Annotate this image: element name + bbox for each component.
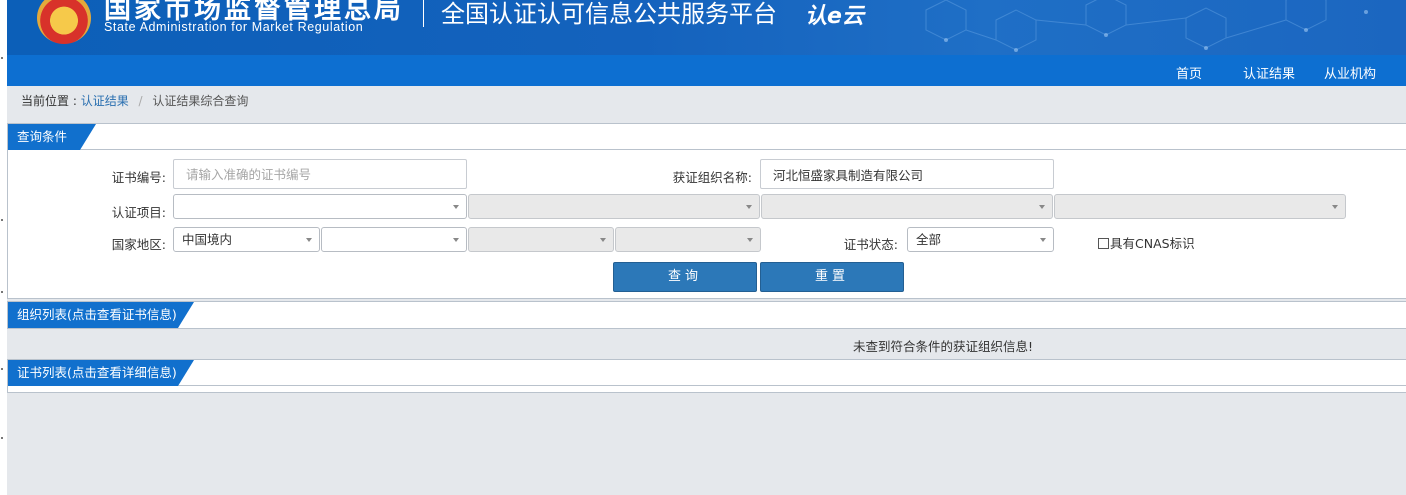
status-select[interactable]: 全部 (907, 227, 1054, 252)
page: 国家市场监督管理总局 State Administration for Mark… (7, 0, 1406, 495)
region-city-select[interactable] (468, 227, 614, 252)
project-sub-select-3[interactable] (1054, 194, 1346, 219)
org-list-header: 组织列表(点击查看证书信息) (8, 302, 1406, 328)
chevron-down-icon (747, 238, 753, 242)
region-select-value: 中国境内 (182, 232, 233, 247)
chevron-down-icon (453, 205, 459, 209)
org-name-input[interactable] (760, 159, 1054, 189)
search-button[interactable]: 查询 (613, 262, 757, 292)
platform-logo: 认e云 (805, 4, 864, 29)
breadcrumb-separator: / (138, 94, 143, 108)
query-panel: 查询条件 证书编号: 获证组织名称: 认证项目: 国家地区: 中国境内 证书状态… (7, 123, 1406, 299)
top-nav: 首页 认证结果 从业机构 (7, 55, 1406, 86)
platform-title: 全国认证认可信息公共服务平台 (441, 0, 777, 28)
project-label: 认证项目: (111, 205, 166, 220)
org-list-panel: 组织列表(点击查看证书信息) (7, 301, 1406, 329)
project-select[interactable] (173, 194, 467, 219)
chevron-down-icon (453, 238, 459, 242)
org-empty-message: 未查到符合条件的获证组织信息! (853, 339, 1034, 354)
chevron-down-icon (1040, 238, 1046, 242)
breadcrumb-current: 认证结果综合查询 (152, 94, 249, 108)
chevron-down-icon (600, 238, 606, 242)
nav-item-home[interactable]: 首页 (1176, 63, 1202, 82)
agency-name-en: State Administration for Market Regulati… (104, 20, 364, 34)
cert-no-input[interactable] (173, 159, 467, 189)
query-panel-title: 查询条件 (8, 124, 96, 150)
breadcrumb-link[interactable]: 认证结果 (81, 94, 129, 108)
region-district-select[interactable] (615, 227, 761, 252)
region-province-select[interactable] (321, 227, 467, 252)
national-emblem-icon (37, 0, 91, 44)
nav-item-cert-results[interactable]: 认证结果 (1243, 63, 1295, 82)
reset-button[interactable]: 重置 (760, 262, 904, 292)
header-divider (423, 0, 424, 27)
cert-list-header: 证书列表(点击查看详细信息) (8, 360, 1406, 386)
chevron-down-icon (1332, 205, 1338, 209)
breadcrumb: 当前位置 : 认证结果 / 认证结果综合查询 (21, 92, 248, 109)
network-decoration (925, 0, 1368, 52)
org-name-label: 获证组织名称: (672, 170, 752, 185)
nav-item-institutions[interactable]: 从业机构 (1324, 63, 1376, 82)
cert-no-label: 证书编号: (111, 170, 166, 185)
header-banner: 国家市场监督管理总局 State Administration for Mark… (7, 0, 1406, 55)
cnas-label: 具有CNAS标识 (1110, 236, 1195, 251)
chevron-down-icon (306, 238, 312, 242)
region-select[interactable]: 中国境内 (173, 227, 320, 252)
cert-list-panel: 证书列表(点击查看详细信息) (7, 359, 1406, 393)
project-sub-select-2[interactable] (761, 194, 1053, 219)
query-panel-header: 查询条件 (8, 124, 1406, 150)
checkbox-icon[interactable] (1098, 238, 1109, 249)
region-label: 国家地区: (111, 237, 166, 252)
org-list-title: 组织列表(点击查看证书信息) (8, 302, 194, 328)
breadcrumb-prefix: 当前位置 : (21, 94, 77, 108)
chevron-down-icon (1039, 205, 1045, 209)
status-label: 证书状态: (843, 237, 898, 252)
status-select-value: 全部 (916, 232, 942, 247)
chevron-down-icon (746, 205, 752, 209)
cnas-checkbox[interactable]: 具有CNAS标识 (1098, 233, 1195, 252)
project-sub-select-1[interactable] (468, 194, 760, 219)
left-edge-strip (0, 0, 7, 495)
cert-list-title: 证书列表(点击查看详细信息) (8, 360, 194, 386)
